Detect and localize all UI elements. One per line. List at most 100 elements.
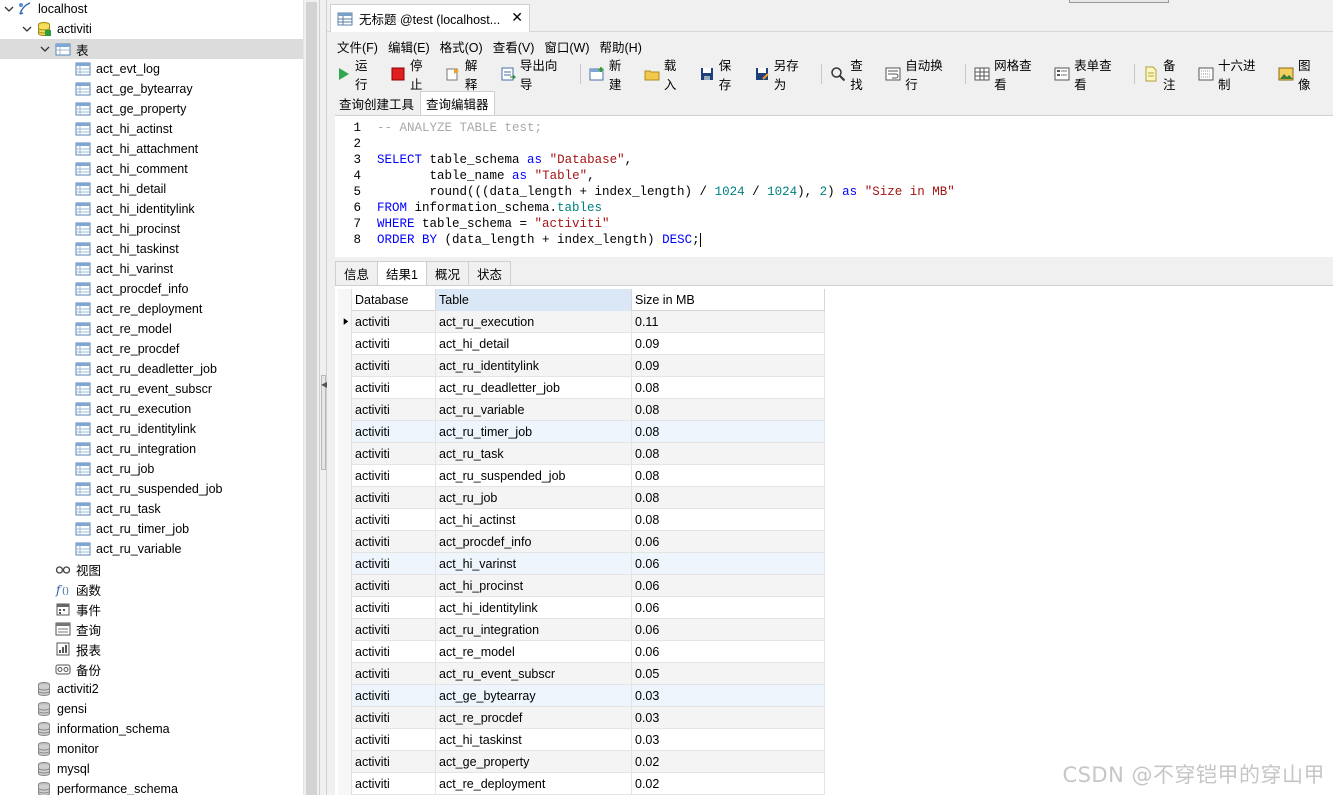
table-row[interactable]: activiti act_ru_timer_job 0.08 [338,421,825,443]
table-cell[interactable]: activiti [352,751,436,773]
tree-scrollbar[interactable] [303,0,319,795]
hex-button[interactable]: 十六进制 [1198,55,1268,93]
table-cell[interactable]: 0.06 [632,619,825,641]
navigation-tree[interactable]: localhost activiti 表 act_evt_log act_ge_byte… [0,0,303,795]
row-indicator[interactable] [338,575,352,597]
table-cell[interactable]: 0.06 [632,531,825,553]
table-cell[interactable]: act_re_model [436,641,632,663]
table-cell[interactable]: 0.08 [632,487,825,509]
table-cell[interactable]: activiti [352,399,436,421]
table-cell[interactable]: act_ru_job [436,487,632,509]
load-button[interactable]: 载入 [644,55,689,93]
table-cell[interactable]: act_hi_identitylink [436,597,632,619]
menu-item[interactable]: 查看(V) [493,37,535,56]
table-cell[interactable]: 0.02 [632,773,825,795]
table-cell[interactable]: act_re_procdef [436,707,632,729]
tree-item-table[interactable]: act_ru_integration [0,439,303,459]
close-icon[interactable]: ✕ [511,9,523,26]
table-cell[interactable]: 0.08 [632,377,825,399]
chevron-down-icon[interactable] [39,43,51,55]
table-row[interactable]: activiti act_ru_integration 0.06 [338,619,825,641]
table-row[interactable]: activiti act_ru_suspended_job 0.08 [338,465,825,487]
table-cell[interactable]: act_hi_procinst [436,575,632,597]
table-cell[interactable]: 0.03 [632,707,825,729]
form-view-button[interactable]: 表单查看 [1054,55,1124,93]
column-header[interactable]: Size in MB [632,289,825,311]
table-row[interactable]: activiti act_ru_deadletter_job 0.08 [338,377,825,399]
table-row[interactable]: activiti act_hi_varinst 0.06 [338,553,825,575]
table-cell[interactable]: activiti [352,597,436,619]
row-indicator[interactable] [338,421,352,443]
table-row[interactable]: activiti act_hi_detail 0.09 [338,333,825,355]
menu-item[interactable]: 帮助(H) [600,37,642,56]
table-cell[interactable]: 0.03 [632,685,825,707]
menu-item[interactable]: 窗口(W) [544,37,589,56]
menu-item[interactable]: 编辑(E) [388,37,430,56]
tree-item-table[interactable]: act_ru_task [0,499,303,519]
table-cell[interactable]: 0.08 [632,421,825,443]
table-cell[interactable]: act_ru_suspended_job [436,465,632,487]
table-cell[interactable]: act_ru_task [436,443,632,465]
table-row[interactable]: activiti act_ru_execution 0.11 [338,311,825,333]
tab-profile[interactable]: 概况 [425,261,469,285]
table-cell[interactable]: act_ru_variable [436,399,632,421]
splitter-grip[interactable] [321,375,326,470]
save-button[interactable]: 保存 [699,55,744,93]
tree-item-table[interactable]: act_hi_comment [0,159,303,179]
table-cell[interactable]: 0.05 [632,663,825,685]
stop-button[interactable]: 停止 [390,55,435,93]
tree-item-table[interactable]: act_hi_actinst [0,119,303,139]
table-cell[interactable]: 0.02 [632,751,825,773]
table-cell[interactable]: activiti [352,333,436,355]
table-cell[interactable]: act_ru_integration [436,619,632,641]
table-cell[interactable]: activiti [352,465,436,487]
tree-item-table[interactable]: act_ru_execution [0,399,303,419]
tree-item-table[interactable]: act_ru_deadletter_job [0,359,303,379]
tree-item-database[interactable]: information_schema [0,719,303,739]
tree-item-table[interactable]: act_procdef_info [0,279,303,299]
table-row[interactable]: activiti act_hi_taskinst 0.03 [338,729,825,751]
tree-item-connection[interactable]: localhost [0,0,303,19]
table-row[interactable]: activiti act_re_deployment 0.02 [338,773,825,795]
table-row[interactable]: activiti act_ge_property 0.02 [338,751,825,773]
table-cell[interactable]: activiti [352,311,436,333]
table-row[interactable]: activiti act_hi_identitylink 0.06 [338,597,825,619]
row-indicator[interactable] [338,311,352,333]
table-row[interactable]: activiti act_ru_variable 0.08 [338,399,825,421]
tree-item-database[interactable]: mysql [0,759,303,779]
column-header[interactable]: Database [352,289,436,311]
tree-item-table[interactable]: act_ru_variable [0,539,303,559]
tree-item-table[interactable]: act_ru_job [0,459,303,479]
tree-item-table[interactable]: act_ru_suspended_job [0,479,303,499]
tree-item-table[interactable]: act_hi_taskinst [0,239,303,259]
tree-item-table[interactable]: act_re_deployment [0,299,303,319]
column-header[interactable]: Table [436,289,632,311]
run-button[interactable]: 运行 [335,55,380,93]
table-cell[interactable]: activiti [352,575,436,597]
row-indicator[interactable] [338,465,352,487]
tree-item-table[interactable]: act_ru_event_subscr [0,379,303,399]
tab-query-editor[interactable]: 查询编辑器 [420,91,495,115]
tree-item-database[interactable]: activiti2 [0,679,303,699]
row-indicator[interactable] [338,531,352,553]
row-indicator[interactable] [338,377,352,399]
tree-item-tables-folder[interactable]: 表 [0,39,303,59]
row-indicator[interactable] [338,597,352,619]
row-indicator[interactable] [338,553,352,575]
table-cell[interactable]: 0.11 [632,311,825,333]
tree-item-folder[interactable]: 备份 [0,659,303,679]
tree-item-table[interactable]: act_hi_detail [0,179,303,199]
tab-status[interactable]: 状态 [467,261,511,285]
table-cell[interactable]: act_ru_execution [436,311,632,333]
table-cell[interactable]: act_ge_bytearray [436,685,632,707]
grid-view-button[interactable]: 网格查看 [974,55,1044,93]
find-button[interactable]: 查找 [830,55,875,93]
table-cell[interactable]: act_ru_identitylink [436,355,632,377]
table-cell[interactable]: 0.08 [632,443,825,465]
tree-item-table[interactable]: act_hi_varinst [0,259,303,279]
table-cell[interactable]: act_re_deployment [436,773,632,795]
export-button[interactable]: 导出向导 [500,55,570,93]
table-row[interactable]: activiti act_procdef_info 0.06 [338,531,825,553]
table-cell[interactable]: activiti [352,421,436,443]
tab-info[interactable]: 信息 [335,261,379,285]
